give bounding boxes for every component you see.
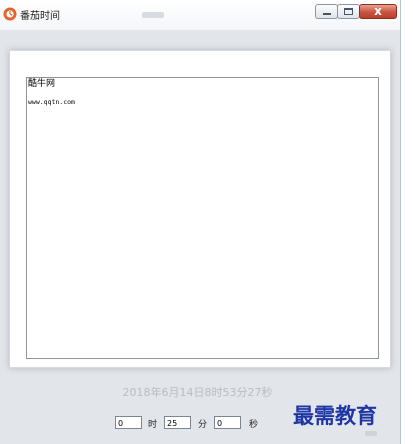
seconds-input[interactable]: 0 (214, 416, 241, 429)
content-panel: 酷牛网 www.qqtn.com (9, 50, 391, 368)
viewer-site-name: 酷牛网 (28, 79, 56, 89)
watermark-text: 最需教育 (293, 403, 377, 428)
current-datetime: 2018年6月14日8时53分27秒 (122, 386, 273, 399)
title-faint-mark (142, 12, 164, 18)
minutes-input[interactable]: 25 (164, 416, 191, 429)
seconds-unit-label: 秒 (249, 420, 259, 430)
note-viewer[interactable]: 酷牛网 www.qqtn.com (26, 77, 379, 359)
viewer-site-url: www.qqtn.com (28, 98, 75, 106)
hours-unit-label: 时 (148, 420, 158, 430)
window-title: 番茄时间 (20, 11, 60, 22)
tomato-app-icon (3, 7, 17, 21)
maximize-button[interactable] (337, 4, 360, 19)
minimize-button[interactable] (315, 4, 338, 19)
close-icon: x (374, 4, 382, 18)
app-window: 番茄时间 x 酷牛网 www.qqtn.com 2018年6月14日8时53分2… (0, 0, 401, 444)
corner-mark (365, 431, 377, 436)
close-button[interactable]: x (359, 4, 397, 19)
title-bar[interactable]: 番茄时间 x (0, 0, 400, 31)
hours-input[interactable]: 0 (115, 416, 142, 429)
minutes-unit-label: 分 (198, 420, 208, 430)
